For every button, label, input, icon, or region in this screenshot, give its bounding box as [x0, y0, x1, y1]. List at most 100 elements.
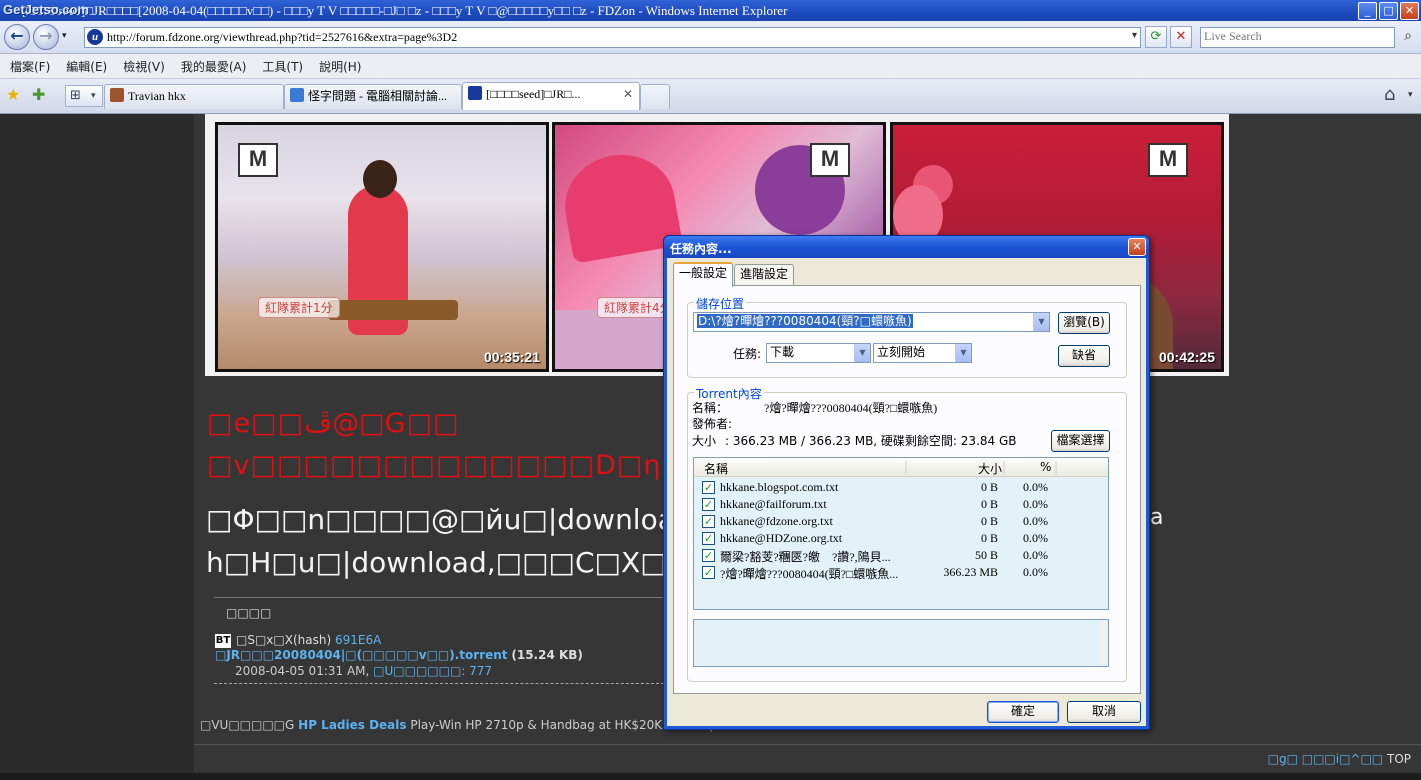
- menu-tools[interactable]: 工具(T): [262, 58, 303, 75]
- save-path-value: D:\?燴?暺燴???0080404(頸?□蠉嗾魚): [697, 314, 913, 328]
- address-dropdown-icon[interactable]: ▾: [1132, 30, 1137, 41]
- file-percent: 0.0%: [1023, 497, 1048, 511]
- file-checkbox[interactable]: ✓: [702, 498, 715, 511]
- file-name: hkkane@fdzone.org.txt: [720, 514, 833, 528]
- attachments-header: □□□□: [226, 606, 272, 620]
- footer-separator: [194, 744, 1421, 745]
- dialog-close-button[interactable]: ✕: [1128, 238, 1146, 256]
- search-input[interactable]: [1201, 28, 1377, 45]
- bt-icon: BT: [215, 634, 231, 648]
- file-row[interactable]: ✓ hkkane@fdzone.org.txt 0 B 0.0%: [694, 513, 1108, 530]
- torrent-file-list: 名稱 | 大小 | % | ✓ hkkane.blogspot.com.txt …: [693, 457, 1109, 610]
- live-search-box[interactable]: [1200, 27, 1395, 48]
- tab-general-settings[interactable]: 一般設定: [673, 262, 734, 287]
- tab-bar: ★ ✚ ⊞ ▾ Travian hkx 怪字問題 - 電腦相關討論... [□□…: [0, 79, 1421, 114]
- menu-help[interactable]: 說明(H): [319, 58, 361, 75]
- channel-logo-icon: M: [810, 143, 850, 177]
- menu-bar: 檔案(F) 編輯(E) 檢視(V) 我的最愛(A) 工具(T) 說明(H): [0, 54, 1421, 79]
- tab-label: 怪字問題 - 電腦相關討論...: [308, 89, 447, 103]
- cancel-button[interactable]: 取消: [1067, 701, 1141, 723]
- chevron-down-icon[interactable]: ▼: [955, 344, 971, 362]
- quick-tabs-icon: ⊞: [70, 88, 81, 103]
- column-name[interactable]: 名稱: [704, 460, 728, 477]
- column-size[interactable]: 大小: [978, 460, 1002, 477]
- post-end-divider: [214, 683, 664, 684]
- ad-link[interactable]: HP Ladies Deals: [298, 718, 406, 732]
- refresh-button[interactable]: ⟳: [1145, 26, 1167, 48]
- top-link[interactable]: TOP: [1387, 752, 1411, 766]
- default-button[interactable]: 缺省: [1058, 345, 1110, 367]
- file-row[interactable]: ✓ 爾梁?豁芰?糰匧?皦 ?讚?,隝貝... 50 B 0.0%: [694, 547, 1108, 564]
- file-select-button[interactable]: 檔案選擇: [1051, 430, 1110, 452]
- home-dropdown-icon[interactable]: ▾: [1408, 90, 1413, 100]
- new-tab-button[interactable]: [640, 84, 670, 109]
- file-size: 0 B: [980, 531, 998, 545]
- footer-nav-links[interactable]: □g□ □□□i□^□□: [1268, 752, 1384, 766]
- menu-view[interactable]: 檢視(V): [123, 58, 165, 75]
- hash-value: 691E6A: [334, 633, 382, 647]
- page-margin: [0, 114, 194, 780]
- dialog-titlebar: 任務內容... ✕: [664, 236, 1149, 258]
- file-row[interactable]: ✓ ?燴?暺燴???0080404(頸?□蠉嗾魚... 366.23 MB 0.…: [694, 564, 1108, 581]
- save-path-combo[interactable]: D:\?燴?暺燴???0080404(頸?□蠉嗾魚) ▼: [693, 312, 1050, 332]
- comment-textarea[interactable]: [693, 619, 1109, 667]
- add-favorite-icon[interactable]: ✚: [32, 85, 45, 104]
- ok-button[interactable]: 確定: [987, 701, 1059, 723]
- post-red-text-line-1: □e□□ڦ@□G□□: [207, 408, 460, 439]
- quick-tabs-button[interactable]: ⊞ ▾: [65, 85, 103, 107]
- ie-page-icon: [290, 88, 304, 102]
- home-icon[interactable]: ⌂: [1384, 84, 1395, 105]
- download-count: □U□□□□□□: 777: [373, 664, 493, 678]
- recent-pages-dropdown-icon[interactable]: ▾: [62, 31, 67, 41]
- save-location-title: 儲存位置: [694, 295, 747, 312]
- file-checkbox[interactable]: ✓: [702, 481, 715, 494]
- back-button[interactable]: ←: [4, 24, 30, 50]
- close-tab-icon[interactable]: ✕: [623, 83, 633, 106]
- tab-char-issue[interactable]: 怪字問題 - 電腦相關討論...: [284, 84, 462, 109]
- getjetso-watermark: GetJetso.com: [3, 2, 89, 17]
- file-checkbox[interactable]: ✓: [702, 532, 715, 545]
- favorites-star-icon[interactable]: ★: [6, 85, 20, 104]
- address-field[interactable]: u http://forum.fdzone.org/viewthread.php…: [84, 27, 1141, 48]
- menu-edit[interactable]: 編輯(E): [66, 58, 107, 75]
- file-row[interactable]: ✓ hkkane.blogspot.com.txt 0 B 0.0%: [694, 479, 1108, 496]
- tab-current-thread[interactable]: [□□□□seed]□JR□... ✕: [462, 82, 640, 110]
- channel-logo-icon: M: [238, 143, 278, 177]
- torrent-download-link[interactable]: □JR□□□20080404|□(□□□□□v□□).torrent: [215, 648, 508, 662]
- file-size: 0 B: [980, 497, 998, 511]
- close-window-button[interactable]: ✕: [1400, 2, 1419, 20]
- chevron-down-icon[interactable]: ▼: [1033, 313, 1049, 331]
- tab-list-dropdown-icon[interactable]: ▾: [91, 86, 96, 106]
- column-percent[interactable]: %: [1040, 460, 1051, 474]
- file-name: hkkane@failforum.txt: [720, 497, 827, 511]
- task-type-select[interactable]: 下載 ▼: [766, 343, 871, 363]
- tab-travian[interactable]: Travian hkx: [104, 84, 284, 109]
- file-checkbox[interactable]: ✓: [702, 549, 715, 562]
- search-icon[interactable]: ⌕: [1398, 26, 1418, 46]
- dialog-body: 一般設定 進階設定 儲存位置 D:\?燴?暺燴???0080404(頸?□蠉嗾魚…: [667, 258, 1146, 726]
- file-row[interactable]: ✓ hkkane@HDZone.org.txt 0 B 0.0%: [694, 530, 1108, 547]
- minimize-button[interactable]: _: [1358, 2, 1377, 20]
- site-favicon-icon: u: [87, 29, 103, 45]
- window-titlebar: [□□□□seed]□JR□□□□[2008-04-04(□□□□□v□□) -…: [0, 0, 1421, 21]
- file-checkbox[interactable]: ✓: [702, 515, 715, 528]
- menu-file[interactable]: 檔案(F): [10, 58, 50, 75]
- start-mode-select[interactable]: 立刻開始 ▼: [873, 343, 972, 363]
- chevron-down-icon[interactable]: ▼: [854, 344, 870, 362]
- menu-favorites[interactable]: 我的最愛(A): [181, 58, 247, 75]
- footer-bar: [0, 773, 1421, 780]
- url-text[interactable]: http://forum.fdzone.org/viewthread.php?t…: [107, 30, 457, 45]
- size-value: : 366.23 MB / 366.23 MB, 硬碟剩餘空間: 23.84 G…: [725, 434, 1017, 448]
- browse-button[interactable]: 瀏覽(B): [1058, 312, 1110, 334]
- file-checkbox[interactable]: ✓: [702, 566, 715, 579]
- post-text-line-1-tail: a: [1150, 505, 1164, 530]
- file-percent: 0.0%: [1023, 548, 1048, 562]
- tab-advanced-settings[interactable]: 進階設定: [734, 264, 795, 285]
- forward-button[interactable]: →: [33, 24, 59, 50]
- stop-button[interactable]: ✕: [1170, 26, 1192, 48]
- file-row[interactable]: ✓ hkkane@failforum.txt 0 B 0.0%: [694, 496, 1108, 513]
- comment-scrollbar[interactable]: [1099, 621, 1107, 665]
- name-label: 名稱：: [692, 401, 729, 415]
- maximize-button[interactable]: □: [1379, 2, 1398, 20]
- start-mode-value: 立刻開始: [877, 345, 926, 359]
